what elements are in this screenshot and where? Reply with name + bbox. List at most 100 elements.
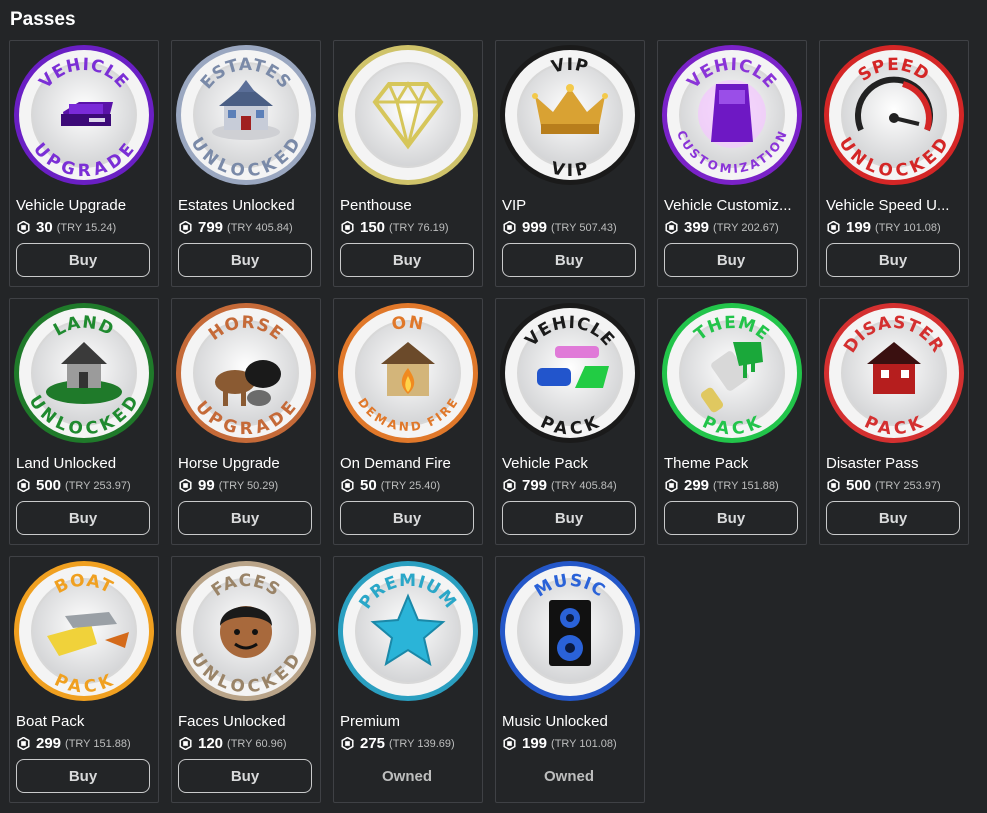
passes-grid: VEHICLE UPGRADE Vehicle Upgrade 30 (TRY 1… xyxy=(9,40,969,803)
pass-name[interactable]: Vehicle Customiz... xyxy=(664,197,804,214)
local-price: (TRY 60.96) xyxy=(227,737,287,750)
robux-icon xyxy=(341,737,354,750)
pass-card[interactable]: VIP VIP VIP 999 (TRY 507.43) Buy xyxy=(495,40,645,287)
price-row: 30 (TRY 15.24) xyxy=(17,219,116,236)
price: 799 xyxy=(198,219,224,236)
pass-card[interactable]: THEME PACK Theme Pack 299 (TRY 151.88) Buy xyxy=(657,298,807,545)
local-price: (TRY 76.19) xyxy=(389,221,449,234)
buy-button[interactable]: Buy xyxy=(502,243,636,277)
mansion-icon[interactable]: ESTATES UNLOCKED xyxy=(175,44,317,186)
pass-card[interactable]: ON DEMAND FIRE On Demand Fire 50 (TRY 25.… xyxy=(333,298,483,545)
local-price: (TRY 405.84) xyxy=(551,479,617,492)
speaker-icon[interactable]: MUSIC xyxy=(499,560,641,702)
pass-name[interactable]: Land Unlocked xyxy=(16,455,156,472)
local-price: (TRY 202.67) xyxy=(713,221,779,234)
buy-button[interactable]: Buy xyxy=(502,501,636,535)
price: 199 xyxy=(846,219,872,236)
pass-card[interactable]: LAND UNLOCKED Land Unlocked 500 (TRY 253.… xyxy=(9,298,159,545)
pass-name[interactable]: Estates Unlocked xyxy=(178,197,318,214)
pass-card[interactable]: DISASTER PACK Disaster Pass 500 (TRY 253.… xyxy=(819,298,969,545)
local-price: (TRY 405.84) xyxy=(227,221,293,234)
pass-card[interactable]: BOAT PACK Boat Pack 299 (TRY 151.88) Buy xyxy=(9,556,159,803)
local-price: (TRY 253.97) xyxy=(65,479,131,492)
buy-button[interactable]: Buy xyxy=(664,243,798,277)
local-price: (TRY 151.88) xyxy=(713,479,779,492)
robux-icon xyxy=(17,479,30,492)
buy-button[interactable]: Buy xyxy=(178,243,312,277)
pass-name[interactable]: Premium xyxy=(340,713,480,730)
price: 999 xyxy=(522,219,548,236)
buy-button[interactable]: Buy xyxy=(16,759,150,793)
pass-card[interactable]: Penthouse 150 (TRY 76.19) Buy xyxy=(333,40,483,287)
cars-icon[interactable]: VEHICLE PACK xyxy=(499,302,641,444)
house-on-land-icon[interactable]: LAND UNLOCKED xyxy=(13,302,155,444)
price-row: 299 (TRY 151.88) xyxy=(17,735,131,752)
robux-icon xyxy=(179,221,192,234)
pass-name[interactable]: Theme Pack xyxy=(664,455,804,472)
price: 500 xyxy=(36,477,62,494)
pass-card[interactable]: PREMIUM Premium 275 (TRY 139.69) Owned xyxy=(333,556,483,803)
robux-icon xyxy=(341,479,354,492)
pass-name[interactable]: Music Unlocked xyxy=(502,713,642,730)
pass-name[interactable]: VIP xyxy=(502,197,642,214)
pass-name[interactable]: On Demand Fire xyxy=(340,455,480,472)
star-icon[interactable]: PREMIUM xyxy=(337,560,479,702)
face-icon[interactable]: FACES UNLOCKED xyxy=(175,560,317,702)
robux-icon xyxy=(503,221,516,234)
local-price: (TRY 101.08) xyxy=(875,221,941,234)
buy-button[interactable]: Buy xyxy=(664,501,798,535)
buy-button[interactable]: Buy xyxy=(340,243,474,277)
section-title: Passes xyxy=(10,9,76,30)
purple-car-icon[interactable]: VEHICLE UPGRADE xyxy=(13,44,155,186)
buy-button[interactable]: Buy xyxy=(826,243,960,277)
pass-card[interactable]: VEHICLE PACK Vehicle Pack 799 (TRY 405.84… xyxy=(495,298,645,545)
diamond-icon[interactable] xyxy=(337,44,479,186)
speedometer-icon[interactable]: SPEED UNLOCKED xyxy=(823,44,965,186)
horses-icon[interactable]: HORSE UPGRADE xyxy=(175,302,317,444)
boats-icon[interactable]: BOAT PACK xyxy=(13,560,155,702)
pass-card[interactable]: VEHICLE CUSTOMIZATION Vehicle Customiz..… xyxy=(657,40,807,287)
pass-card[interactable]: ESTATES UNLOCKED Estates Unlocked 799 (TR… xyxy=(171,40,321,287)
price-row: 500 (TRY 253.97) xyxy=(17,477,131,494)
price-row: 120 (TRY 60.96) xyxy=(179,735,287,752)
robux-icon xyxy=(503,737,516,750)
pass-name[interactable]: Penthouse xyxy=(340,197,480,214)
paintbrush-icon[interactable]: THEME PACK xyxy=(661,302,803,444)
robux-icon xyxy=(341,221,354,234)
buy-button[interactable]: Buy xyxy=(178,759,312,793)
buy-button[interactable]: Buy xyxy=(826,501,960,535)
pass-name[interactable]: Disaster Pass xyxy=(826,455,966,472)
buy-button[interactable]: Buy xyxy=(178,501,312,535)
svg-text:VIP: VIP xyxy=(549,55,590,78)
robux-icon xyxy=(665,479,678,492)
buy-button[interactable]: Buy xyxy=(16,243,150,277)
buy-button[interactable]: Buy xyxy=(16,501,150,535)
red-house-icon[interactable]: DISASTER PACK xyxy=(823,302,965,444)
price: 299 xyxy=(36,735,62,752)
pass-card[interactable]: FACES UNLOCKED Faces Unlocked 120 (TRY 60… xyxy=(171,556,321,803)
pass-name[interactable]: Boat Pack xyxy=(16,713,156,730)
pass-card[interactable]: MUSIC Music Unlocked 199 (TRY 101.08) Owne… xyxy=(495,556,645,803)
local-price: (TRY 50.29) xyxy=(218,479,279,492)
pass-name[interactable]: Vehicle Upgrade xyxy=(16,197,156,214)
pass-card[interactable]: HORSE UPGRADE Horse Upgrade 99 (TRY 50.29… xyxy=(171,298,321,545)
price: 399 xyxy=(684,219,710,236)
pass-card[interactable]: SPEED UNLOCKED Vehicle Speed U... 199 (TR… xyxy=(819,40,969,287)
robux-icon xyxy=(827,479,840,492)
crown-icon[interactable]: VIP VIP xyxy=(499,44,641,186)
owned-label: Owned xyxy=(543,767,594,785)
pass-card[interactable]: VEHICLE UPGRADE Vehicle Upgrade 30 (TRY 1… xyxy=(9,40,159,287)
pass-name[interactable]: Horse Upgrade xyxy=(178,455,318,472)
pass-name[interactable]: Faces Unlocked xyxy=(178,713,318,730)
pass-name[interactable]: Vehicle Pack xyxy=(502,455,642,472)
robux-icon xyxy=(179,479,192,492)
purple-van-icon[interactable]: VEHICLE CUSTOMIZATION xyxy=(661,44,803,186)
pass-name[interactable]: Vehicle Speed U... xyxy=(826,197,966,214)
burning-house-icon[interactable]: ON DEMAND FIRE xyxy=(337,302,479,444)
price: 275 xyxy=(360,735,386,752)
price-row: 799 (TRY 405.84) xyxy=(179,219,293,236)
price: 500 xyxy=(846,477,872,494)
local-price: (TRY 101.08) xyxy=(551,737,617,750)
price: 299 xyxy=(684,477,710,494)
buy-button[interactable]: Buy xyxy=(340,501,474,535)
